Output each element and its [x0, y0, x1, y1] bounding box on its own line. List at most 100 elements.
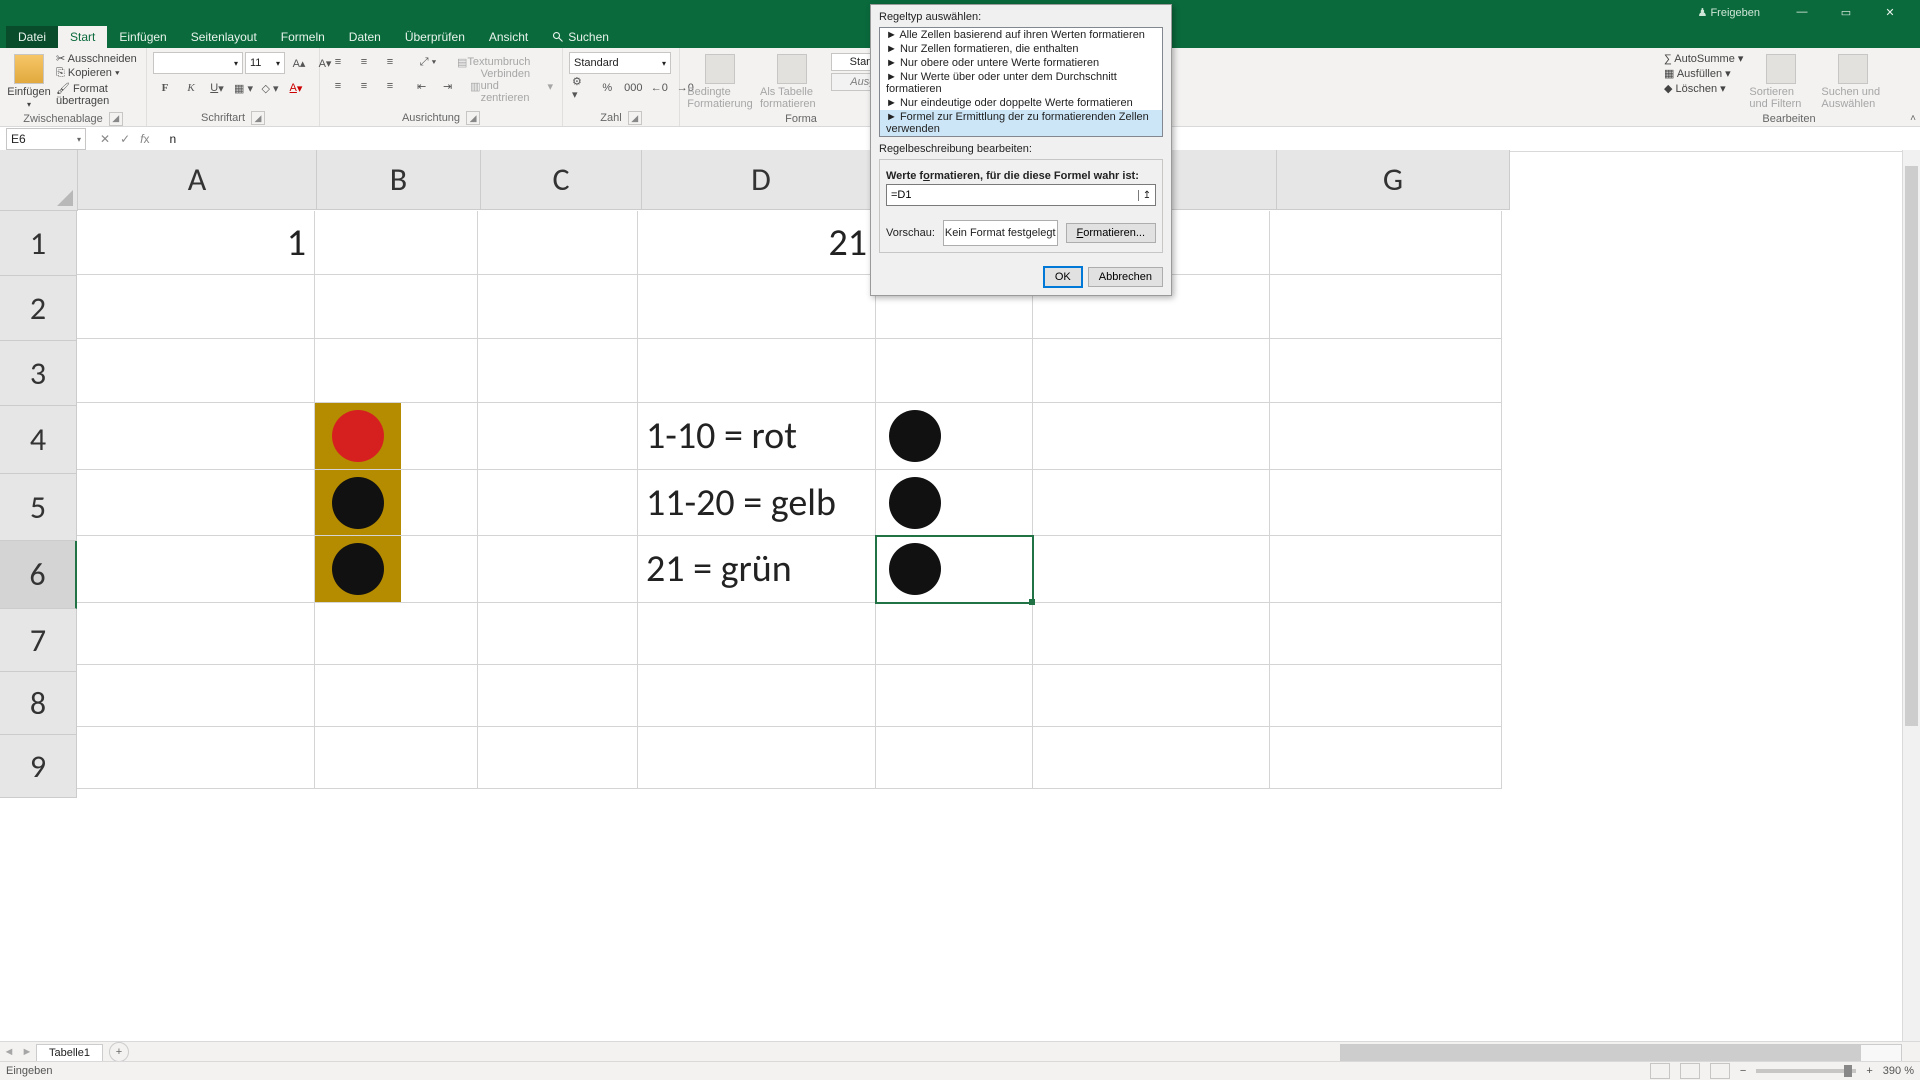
zoom-level[interactable]: 390 %: [1883, 1065, 1914, 1077]
autosum-button[interactable]: ∑ AutoSumme ▾: [1664, 52, 1743, 65]
cell-B9[interactable]: [315, 727, 478, 789]
cell-C6[interactable]: [478, 536, 638, 603]
cell-E7[interactable]: [876, 603, 1033, 665]
column-header-C[interactable]: C: [481, 150, 642, 210]
cell-C3[interactable]: [478, 339, 638, 403]
cell-F9[interactable]: [1033, 727, 1270, 789]
tab-review[interactable]: Überprüfen: [393, 26, 477, 48]
cut-button[interactable]: ✂ Ausschneiden: [56, 52, 140, 65]
rule-type-item[interactable]: ► Nur eindeutige oder doppelte Werte for…: [880, 96, 1162, 110]
cell-D7[interactable]: [638, 603, 876, 665]
cell-D9[interactable]: [638, 727, 876, 789]
align-bottom-button[interactable]: ≡: [378, 52, 402, 72]
cell-C9[interactable]: [478, 727, 638, 789]
scrollbar-thumb[interactable]: [1905, 166, 1918, 726]
merge-center-button[interactable]: ▥ Verbinden und zentrieren ▾: [467, 76, 556, 96]
cell-G7[interactable]: [1270, 603, 1502, 665]
tab-formulas[interactable]: Formeln: [269, 26, 337, 48]
cell-B1[interactable]: [315, 211, 478, 275]
page-layout-view-button[interactable]: [1680, 1063, 1700, 1079]
sheet-nav-prev[interactable]: ◄: [0, 1046, 18, 1058]
cell-C7[interactable]: [478, 603, 638, 665]
cell-E6[interactable]: [876, 536, 1033, 603]
tab-tell-me[interactable]: Suchen: [540, 26, 621, 48]
cell-A8[interactable]: [77, 665, 315, 727]
cell-C1[interactable]: [478, 211, 638, 275]
format-as-table-button[interactable]: Als Tabelle formatieren: [758, 52, 826, 112]
zoom-slider[interactable]: [1756, 1069, 1856, 1073]
cell-A4[interactable]: [77, 403, 315, 470]
cell-D5[interactable]: 11-20 = gelb: [638, 470, 876, 536]
rule-type-item[interactable]: ► Nur Zellen formatieren, die enthalten: [880, 42, 1162, 56]
cell-E9[interactable]: [876, 727, 1033, 789]
zoom-in-button[interactable]: +: [1866, 1065, 1872, 1077]
clipboard-dialog-launcher[interactable]: ◢: [109, 112, 123, 126]
formula-field[interactable]: ↥: [886, 184, 1156, 206]
find-select-button[interactable]: Suchen und Auswählen: [1819, 52, 1887, 112]
rule-type-list[interactable]: ► Alle Zellen basierend auf ihren Werten…: [879, 27, 1163, 137]
fill-button[interactable]: ▦ Ausfüllen ▾: [1664, 67, 1743, 80]
formula-text-input[interactable]: [887, 189, 1138, 201]
range-picker-button[interactable]: ↥: [1138, 190, 1155, 201]
rule-type-item[interactable]: ► Nur obere oder untere Werte formatiere…: [880, 56, 1162, 70]
page-break-view-button[interactable]: [1710, 1063, 1730, 1079]
cell-F8[interactable]: [1033, 665, 1270, 727]
cell-G6[interactable]: [1270, 536, 1502, 603]
insert-function-button[interactable]: fx: [140, 132, 149, 146]
font-color-button[interactable]: A ▾: [284, 78, 308, 98]
underline-button[interactable]: U ▾: [205, 78, 229, 98]
italic-button[interactable]: K: [179, 78, 203, 98]
select-all-corner[interactable]: [0, 150, 78, 211]
cell-G4[interactable]: [1270, 403, 1502, 470]
alignment-dialog-launcher[interactable]: ◢: [466, 111, 480, 125]
align-middle-button[interactable]: ≡: [352, 52, 376, 72]
cancel-edit-button[interactable]: ✕: [100, 132, 110, 146]
cell-D1[interactable]: 21: [638, 211, 876, 275]
close-button[interactable]: ✕: [1868, 6, 1912, 19]
cell-G9[interactable]: [1270, 727, 1502, 789]
row-header-5[interactable]: 5: [0, 474, 77, 541]
row-header-9[interactable]: 9: [0, 735, 77, 798]
copy-button[interactable]: ⎘ Kopieren ▾: [56, 67, 140, 80]
horizontal-scrollbar[interactable]: [1340, 1044, 1902, 1062]
cell-F3[interactable]: [1033, 339, 1270, 403]
cell-G8[interactable]: [1270, 665, 1502, 727]
align-left-button[interactable]: ≡: [326, 76, 350, 96]
font-dialog-launcher[interactable]: ◢: [251, 111, 265, 125]
confirm-edit-button[interactable]: ✓: [120, 132, 130, 146]
tab-view[interactable]: Ansicht: [477, 26, 540, 48]
cell-D6[interactable]: 21 = grün: [638, 536, 876, 603]
cell-F5[interactable]: [1033, 470, 1270, 536]
collapse-ribbon-button[interactable]: ˄: [1910, 113, 1916, 124]
cell-D2[interactable]: [638, 275, 876, 339]
comma-format-button[interactable]: 000: [621, 78, 645, 98]
cell-A2[interactable]: [77, 275, 315, 339]
increase-font-button[interactable]: A▴: [287, 53, 311, 73]
tab-file[interactable]: Datei: [6, 26, 58, 48]
sheet-nav-next[interactable]: ►: [18, 1046, 36, 1058]
clear-button[interactable]: ◆ Löschen ▾: [1664, 82, 1743, 95]
tab-home[interactable]: Start: [58, 26, 107, 48]
sheet-tab-1[interactable]: Tabelle1: [36, 1044, 103, 1063]
cancel-button[interactable]: Abbrechen: [1088, 267, 1163, 287]
accounting-format-button[interactable]: ⚙ ▾: [569, 78, 593, 98]
number-format-combo[interactable]: Standard▾: [569, 52, 671, 74]
vertical-scrollbar[interactable]: [1902, 150, 1920, 1042]
minimize-button[interactable]: —: [1780, 6, 1824, 18]
cell-G5[interactable]: [1270, 470, 1502, 536]
cell-B2[interactable]: [315, 275, 478, 339]
column-header-G[interactable]: G: [1277, 150, 1510, 210]
bold-button[interactable]: F: [153, 78, 177, 98]
row-header-8[interactable]: 8: [0, 672, 77, 735]
cell-G1[interactable]: [1270, 211, 1502, 275]
column-header-B[interactable]: B: [317, 150, 481, 210]
font-name-combo[interactable]: ▾: [153, 52, 243, 74]
cell-B3[interactable]: [315, 339, 478, 403]
rule-type-item[interactable]: ► Nur Werte über oder unter dem Durchsch…: [880, 70, 1162, 96]
column-header-A[interactable]: A: [78, 150, 317, 210]
cell-A5[interactable]: [77, 470, 315, 536]
cell-D8[interactable]: [638, 665, 876, 727]
cell-C4[interactable]: [478, 403, 638, 470]
cell-B5[interactable]: [315, 470, 478, 536]
new-sheet-button[interactable]: +: [109, 1042, 129, 1062]
